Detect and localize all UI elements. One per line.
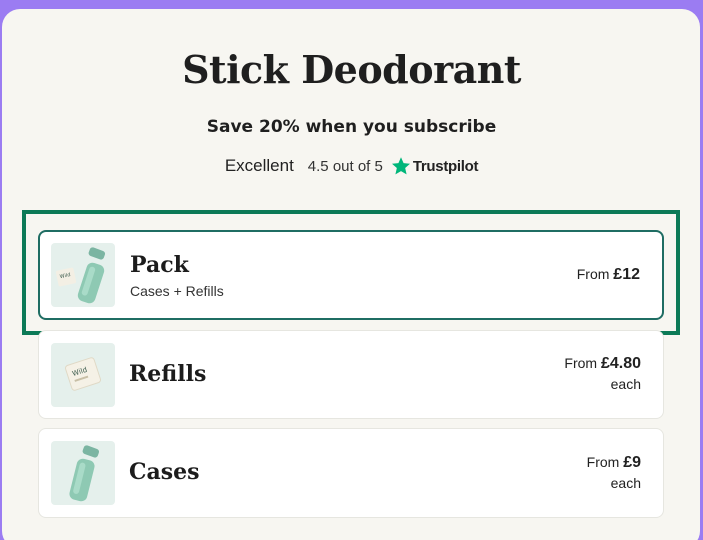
rating-label: Excellent xyxy=(224,156,294,175)
price-suffix: each xyxy=(610,475,641,491)
product-option-cases[interactable]: Cases From £9 each xyxy=(38,428,664,518)
refill-product-image: Wild xyxy=(51,343,115,407)
price-prefix: From xyxy=(564,355,598,371)
price-suffix: each xyxy=(610,376,641,392)
price-amount: £12 xyxy=(613,266,640,283)
product-description: Cases + Refills xyxy=(130,283,224,299)
product-option-refills[interactable]: Wild Refills From £4.80 each xyxy=(38,330,664,419)
product-price: From £12 xyxy=(577,264,640,285)
star-icon xyxy=(391,157,410,175)
trustpilot-rating[interactable]: Excellent 4.5 out of 5 Trustpilot xyxy=(0,156,703,176)
page-title: Stick Deodorant xyxy=(182,47,521,92)
product-name: Refills xyxy=(129,361,207,387)
price-prefix: From xyxy=(576,266,610,282)
pack-product-image: Wild xyxy=(51,243,115,307)
product-option-pack[interactable]: Wild Pack Cases + Refills From £12 xyxy=(38,230,664,320)
product-price: From £4.80 each xyxy=(564,353,641,395)
price-amount: £9 xyxy=(623,454,641,471)
product-price: From £9 each xyxy=(587,452,641,494)
subscribe-promo: Save 20% when you subscribe xyxy=(206,117,497,137)
product-name: Cases xyxy=(129,459,200,485)
price-amount: £4.80 xyxy=(600,355,641,372)
case-product-image xyxy=(51,441,115,505)
rating-score: 4.5 out of 5 xyxy=(307,157,383,175)
trustpilot-logo: Trustpilot xyxy=(412,157,479,175)
product-name: Pack xyxy=(130,252,189,278)
price-prefix: From xyxy=(586,454,620,470)
